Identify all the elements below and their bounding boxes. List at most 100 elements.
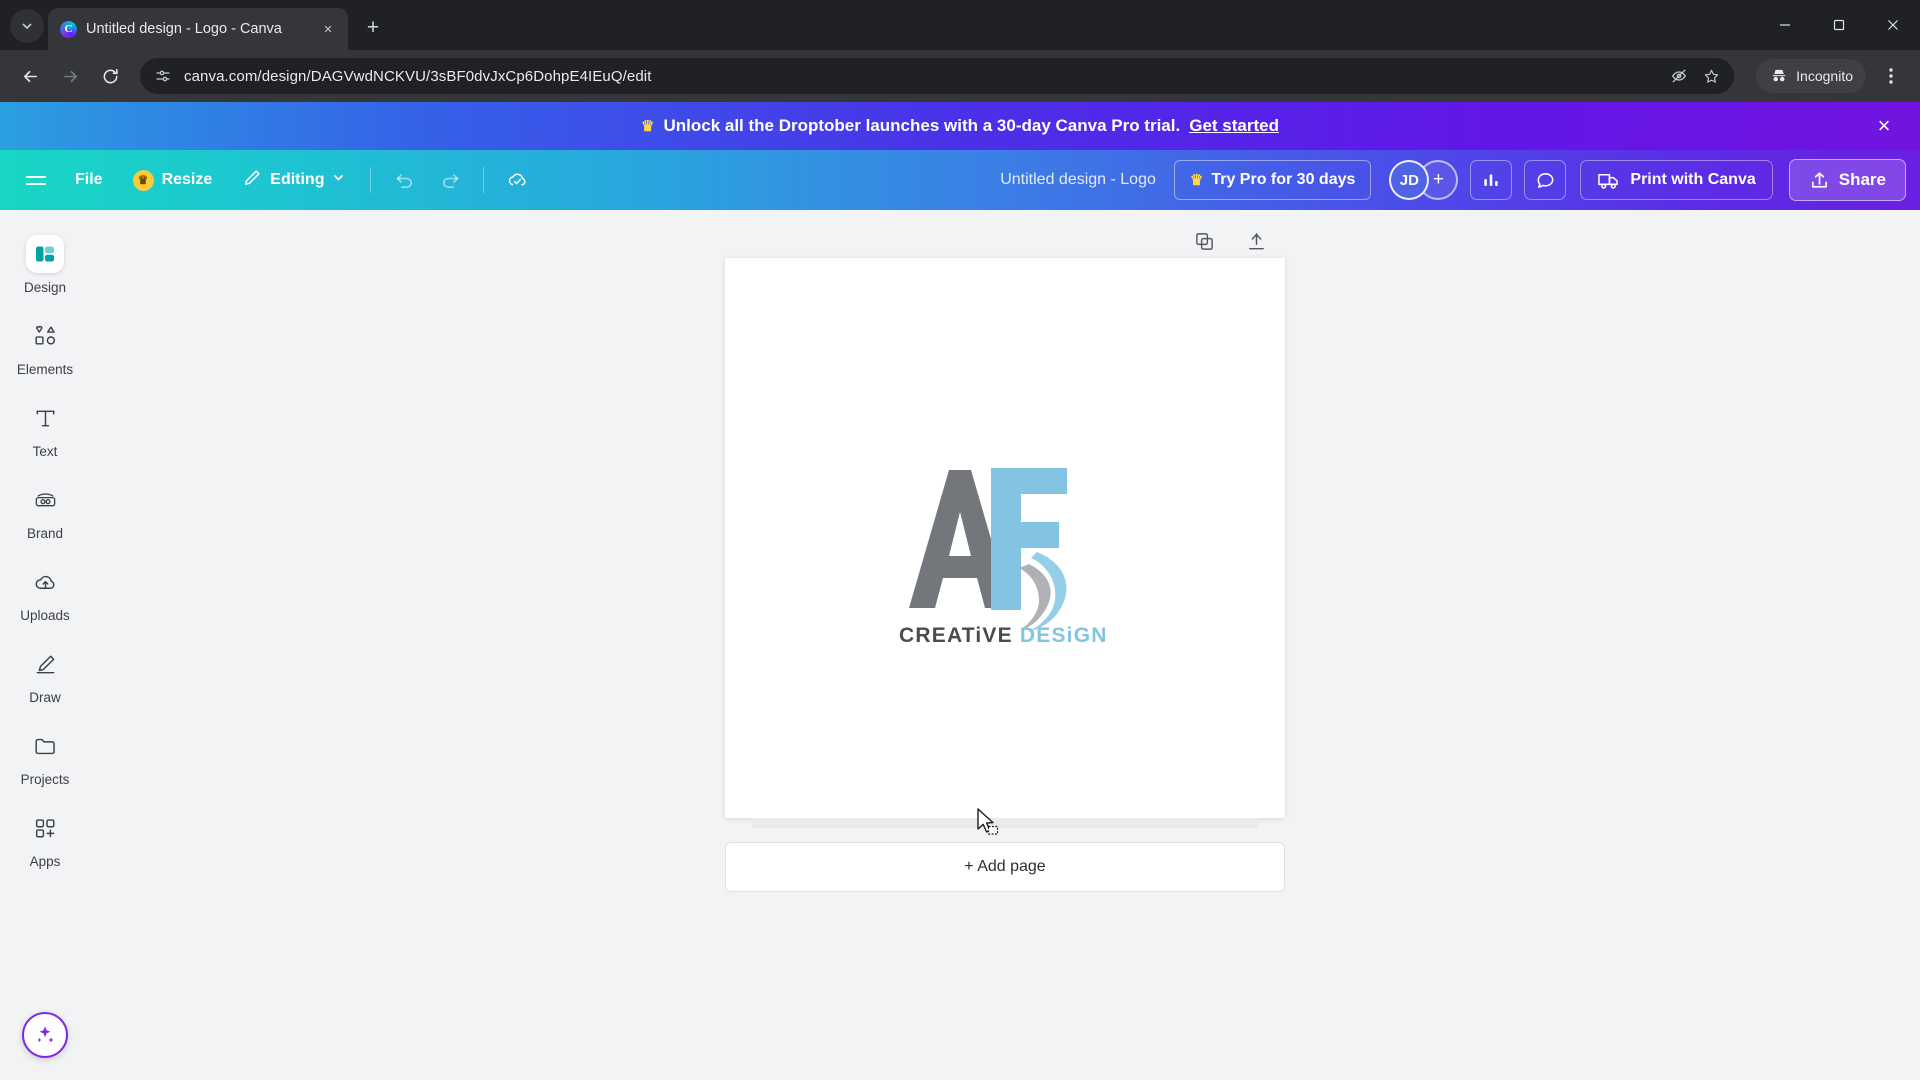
- design-canvas[interactable]: CREATiVE DESiGN: [725, 258, 1285, 818]
- undo-button[interactable]: [383, 160, 425, 200]
- share-upload-icon: [1811, 171, 1827, 188]
- print-with-canva-button[interactable]: Print with Canva: [1580, 160, 1773, 200]
- canva-toolbar: File ♛ Resize Editing Untitled design - …: [0, 150, 1920, 210]
- star-icon[interactable]: [1702, 67, 1720, 85]
- sidebar-item-label: Apps: [29, 854, 61, 869]
- canva-favicon: C: [60, 20, 77, 38]
- sidebar-item-draw[interactable]: Draw: [4, 636, 86, 711]
- toolbar-divider: [370, 167, 372, 193]
- forward-button[interactable]: [52, 58, 88, 94]
- tab-search-button[interactable]: [10, 9, 44, 43]
- magic-sparkle-icon[interactable]: [22, 1012, 68, 1058]
- bar-chart-icon: [1484, 174, 1499, 186]
- editing-label: Editing: [270, 171, 325, 188]
- back-button[interactable]: [12, 58, 48, 94]
- file-menu-label: File: [75, 171, 103, 188]
- reload-button[interactable]: [92, 58, 128, 94]
- window-minimize-button[interactable]: [1758, 3, 1812, 47]
- sidebar-item-brand[interactable]: Brand: [4, 472, 86, 547]
- try-pro-button[interactable]: ♛ Try Pro for 30 days: [1173, 160, 1372, 200]
- sidebar-item-label: Uploads: [20, 608, 70, 623]
- sidebar-item-label: Draw: [29, 690, 61, 705]
- sidebar-item-text[interactable]: Text: [4, 390, 86, 465]
- promo-get-started-link[interactable]: Get started: [1189, 116, 1279, 136]
- shapes-icon: [26, 317, 64, 355]
- brand-kit-icon: [26, 481, 64, 519]
- redo-button[interactable]: [429, 160, 471, 200]
- tab-close-icon[interactable]: ×: [318, 19, 338, 39]
- editor-area: CREATiVE DESiGN + Add page: [90, 210, 1920, 1080]
- resize-button[interactable]: ♛ Resize: [120, 160, 226, 200]
- comments-button[interactable]: [1524, 160, 1567, 200]
- share-button[interactable]: Share: [1788, 159, 1906, 201]
- browser-toolbar: canva.com/design/DAGVwdNCKVU/3sBF0dvJxCp…: [0, 50, 1920, 102]
- promo-text: Unlock all the Droptober launches with a…: [663, 116, 1181, 135]
- incognito-label: Incognito: [1796, 68, 1853, 84]
- canvas-page-tools: [725, 224, 1285, 258]
- sidebar-item-label: Brand: [26, 526, 64, 541]
- truck-icon: [1598, 173, 1619, 189]
- incognito-indicator[interactable]: Incognito: [1756, 59, 1866, 93]
- folder-icon: [26, 727, 64, 765]
- comment-icon: [1537, 172, 1554, 188]
- promo-banner: ♛ Unlock all the Droptober launches with…: [0, 102, 1920, 150]
- sidebar-item-apps[interactable]: Apps: [4, 800, 86, 875]
- collaborators: JD +: [1389, 160, 1459, 200]
- window-maximize-button[interactable]: [1812, 3, 1866, 47]
- logo-svg: CREATiVE DESiGN: [899, 467, 1108, 647]
- try-pro-label: Try Pro for 30 days: [1211, 171, 1356, 188]
- crown-icon: ♛: [641, 118, 655, 135]
- print-label: Print with Canva: [1630, 171, 1756, 188]
- app-body: Design Elements Text Brand Uploads Draw …: [0, 210, 1920, 1080]
- design-layout-icon: [26, 235, 64, 273]
- kebab-menu-icon[interactable]: [1874, 59, 1908, 93]
- chevron-down-icon: [332, 171, 345, 189]
- document-title[interactable]: Untitled design - Logo: [986, 171, 1170, 189]
- sidebar-item-design[interactable]: Design: [4, 226, 86, 301]
- browser-tab-strip: C Untitled design - Logo - Canva × +: [0, 0, 1920, 50]
- sidebar-item-label: Elements: [16, 362, 74, 377]
- crown-icon: ♛: [1189, 172, 1204, 189]
- canvas-wrapper: CREATiVE DESiGN + Add page: [725, 258, 1285, 892]
- sidebar-item-projects[interactable]: Projects: [4, 718, 86, 793]
- cloud-sync-icon[interactable]: [496, 160, 538, 200]
- crown-icon: ♛: [132, 169, 154, 191]
- window-controls: [1758, 0, 1920, 50]
- window-close-button[interactable]: [1866, 3, 1920, 47]
- logo-artwork[interactable]: CREATiVE DESiGN: [891, 460, 1119, 650]
- browser-tab[interactable]: C Untitled design - Logo - Canva ×: [48, 8, 348, 50]
- add-page-icon[interactable]: [1243, 228, 1269, 254]
- promo-close-icon[interactable]: ×: [1870, 112, 1898, 140]
- magic-studio-container: [22, 1012, 68, 1058]
- canvas-stack-shadow: [752, 818, 1258, 828]
- sidebar-item-label: Projects: [20, 772, 70, 787]
- sidebar-item-elements[interactable]: Elements: [4, 308, 86, 383]
- pen-draw-icon: [26, 645, 64, 683]
- logo-tagline: CREATiVE DESiGN: [899, 624, 1108, 647]
- toolbar-divider: [483, 167, 485, 193]
- add-page-label: + Add page: [964, 858, 1046, 875]
- sidebar-item-label: Text: [32, 444, 58, 459]
- tab-title: Untitled design - Logo - Canva: [86, 21, 282, 37]
- sidebar-item-label: Design: [23, 280, 67, 295]
- new-tab-button[interactable]: +: [356, 11, 390, 45]
- address-bar[interactable]: canva.com/design/DAGVwdNCKVU/3sBF0dvJxCp…: [140, 58, 1735, 94]
- text-t-icon: [26, 399, 64, 437]
- sidebar-item-uploads[interactable]: Uploads: [4, 554, 86, 629]
- incognito-hat-icon: [1769, 67, 1788, 86]
- url-text: canva.com/design/DAGVwdNCKVU/3sBF0dvJxCp…: [184, 67, 652, 85]
- duplicate-page-icon[interactable]: [1191, 228, 1217, 254]
- left-sidebar: Design Elements Text Brand Uploads Draw …: [0, 210, 90, 1080]
- resize-label: Resize: [161, 171, 213, 188]
- apps-grid-icon: [26, 809, 64, 847]
- pen-icon: [242, 168, 262, 193]
- site-settings-icon[interactable]: [154, 67, 172, 85]
- add-page-button[interactable]: + Add page: [725, 842, 1285, 892]
- eye-off-icon[interactable]: [1670, 67, 1688, 85]
- hamburger-menu-icon[interactable]: [14, 160, 58, 200]
- share-label: Share: [1838, 170, 1886, 189]
- cloud-upload-icon: [26, 563, 64, 601]
- insights-button[interactable]: [1470, 160, 1513, 200]
- editing-mode-button[interactable]: Editing: [229, 160, 358, 200]
- file-menu-button[interactable]: File: [62, 160, 116, 200]
